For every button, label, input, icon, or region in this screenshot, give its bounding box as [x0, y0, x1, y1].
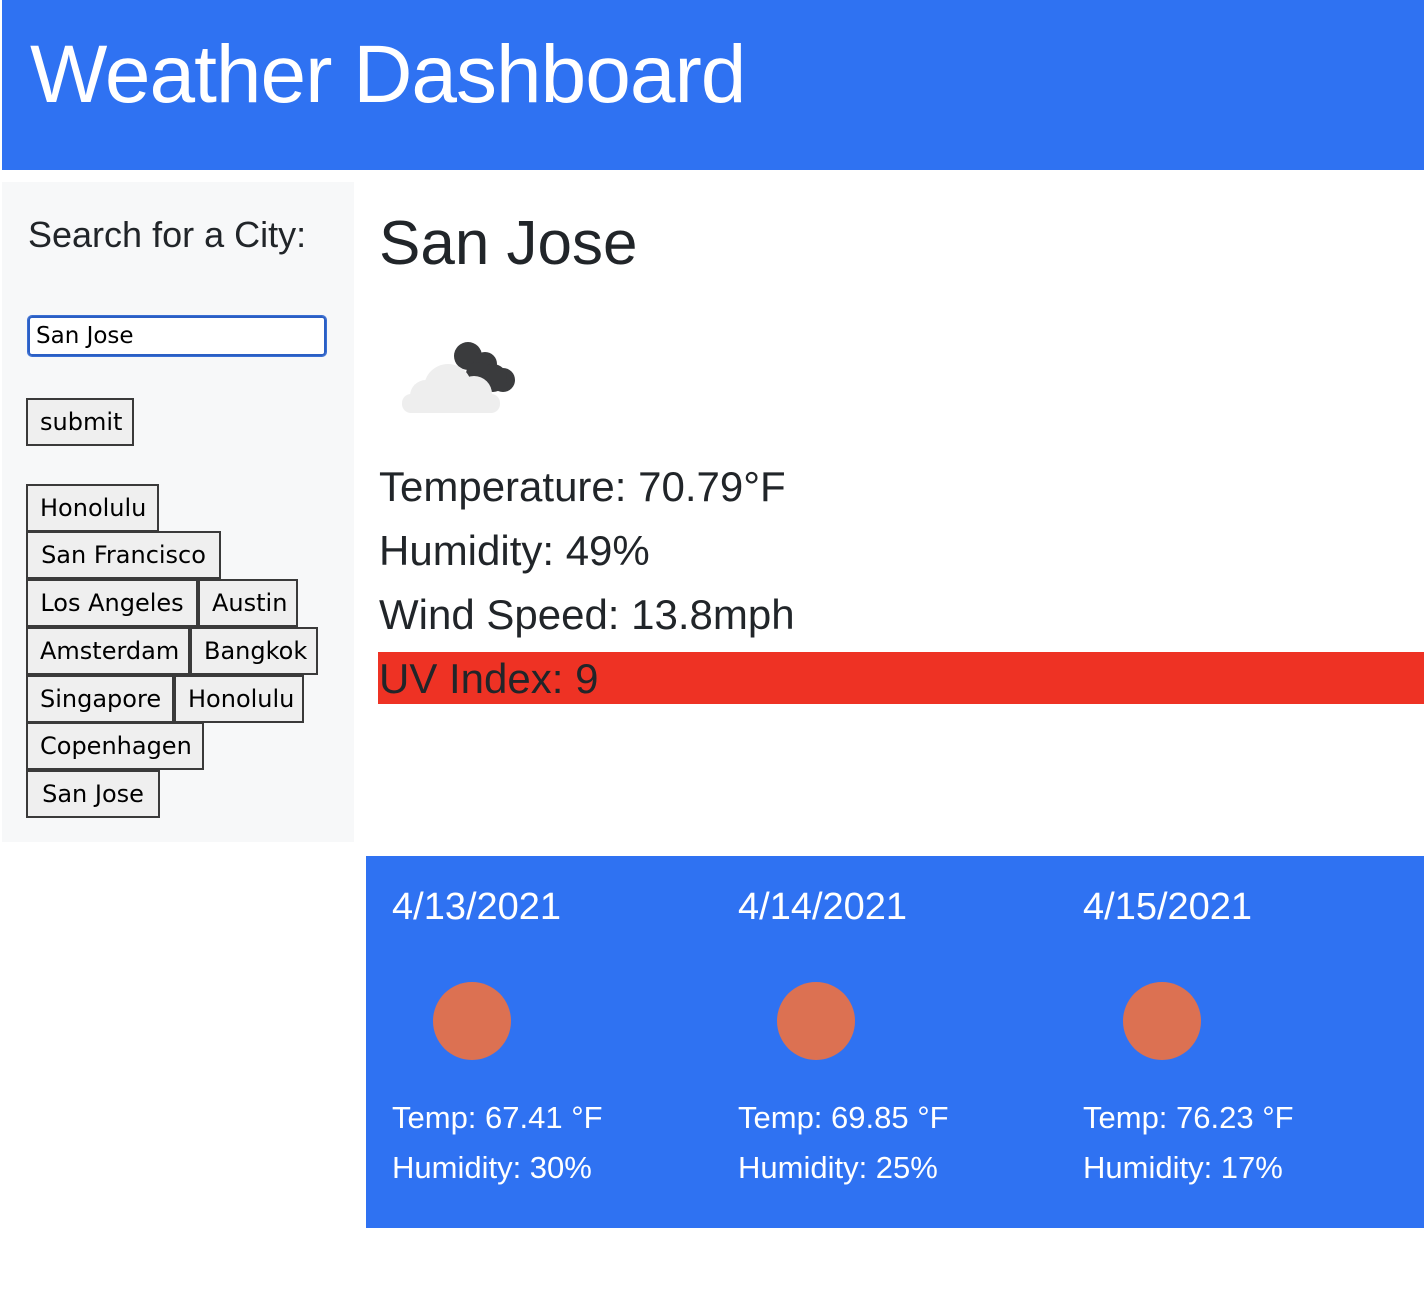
forecast-date: 4/14/2021	[738, 886, 908, 928]
current-city-name: San Jose	[379, 209, 638, 278]
history-button-honolulu-2[interactable]: Honolulu	[174, 675, 304, 723]
forecast-temp: Temp: 69.85 °F	[738, 1100, 949, 1135]
forecast-panel: 4/13/2021 Temp: 67.41 °F Humidity: 30% 4…	[366, 856, 1424, 1228]
search-sidebar: Search for a City: submit Honolulu San F…	[2, 182, 354, 842]
forecast-temp: Temp: 76.23 °F	[1083, 1100, 1294, 1135]
forecast-humidity: Humidity: 17%	[1083, 1150, 1283, 1185]
forecast-date: 4/13/2021	[392, 886, 562, 928]
search-heading: Search for a City:	[28, 214, 307, 255]
history-button-los-angeles[interactable]: Los Angeles	[26, 579, 198, 627]
forecast-day-card: 4/14/2021 Temp: 69.85 °F Humidity: 25%	[712, 856, 1052, 1228]
history-button-honolulu[interactable]: Honolulu	[26, 484, 159, 532]
forecast-humidity: Humidity: 30%	[392, 1150, 592, 1185]
partly-cloudy-icon	[396, 336, 526, 422]
history-button-copenhagen[interactable]: Copenhagen	[26, 722, 204, 770]
history-button-austin[interactable]: Austin	[198, 579, 298, 627]
history-button-bangkok[interactable]: Bangkok	[190, 627, 318, 675]
forecast-temp: Temp: 67.41 °F	[392, 1100, 603, 1135]
history-button-singapore[interactable]: Singapore	[26, 675, 174, 723]
history-button-san-francisco[interactable]: San Francisco	[26, 531, 221, 579]
current-temperature: Temperature: 70.79°F	[379, 463, 786, 510]
history-button-san-jose[interactable]: San Jose	[26, 770, 160, 818]
sun-icon	[433, 982, 511, 1060]
city-search-input[interactable]	[27, 315, 327, 357]
sun-icon	[777, 982, 855, 1060]
forecast-humidity: Humidity: 25%	[738, 1150, 938, 1185]
app-header: Weather Dashboard	[2, 0, 1424, 170]
current-wind-speed: Wind Speed: 13.8mph	[379, 591, 795, 638]
page-title: Weather Dashboard	[30, 29, 746, 120]
uv-index-badge: UV Index: 9	[378, 652, 1424, 704]
forecast-day-card: 4/13/2021 Temp: 67.41 °F Humidity: 30%	[366, 856, 706, 1228]
current-humidity: Humidity: 49%	[379, 527, 650, 574]
forecast-date: 4/15/2021	[1083, 886, 1253, 928]
uv-index-label: UV Index: 9	[379, 655, 599, 702]
submit-button[interactable]: submit	[26, 398, 134, 446]
forecast-day-card: 4/15/2021 Temp: 76.23 °F Humidity: 17%	[1057, 856, 1397, 1228]
sun-icon	[1123, 982, 1201, 1060]
history-button-amsterdam[interactable]: Amsterdam	[26, 627, 190, 675]
